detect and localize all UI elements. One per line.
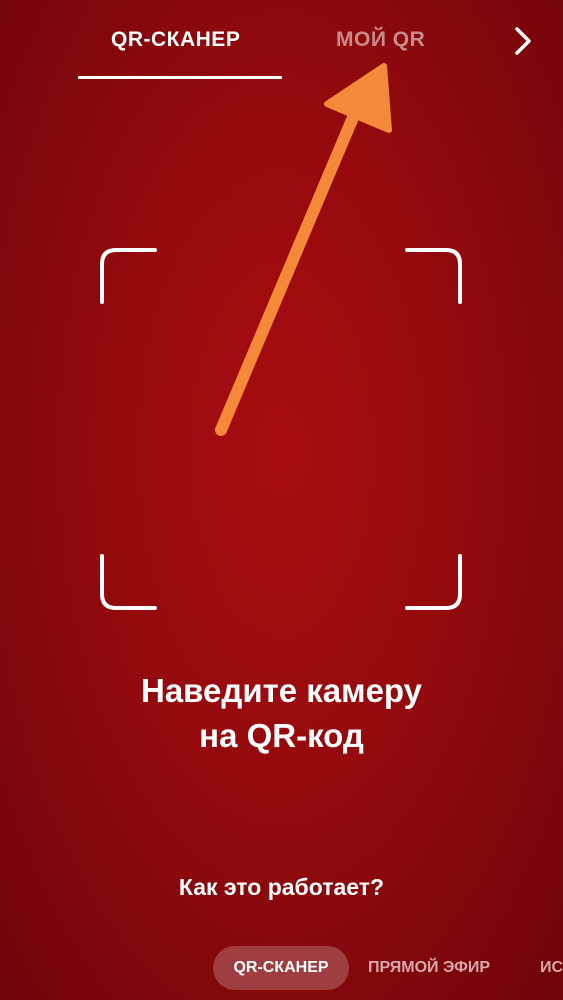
mode-next-partial[interactable]: ИС [540,946,563,990]
camera-mode-bar: QR-СКАНЕР ПРЯМОЙ ЭФИР ИС [0,946,563,990]
orange-arrow-icon [215,63,392,436]
instruction-line-1: Наведите камеру [140,672,422,709]
how-it-works-link[interactable]: Как это работает? [0,874,563,901]
scan-instruction: Наведите камеру на QR-код [0,668,563,758]
instruction-line-2: на QR-код [199,717,364,754]
mode-qr-scanner[interactable]: QR-СКАНЕР [213,946,349,990]
mode-live[interactable]: ПРЯМОЙ ЭФИР [368,946,490,990]
